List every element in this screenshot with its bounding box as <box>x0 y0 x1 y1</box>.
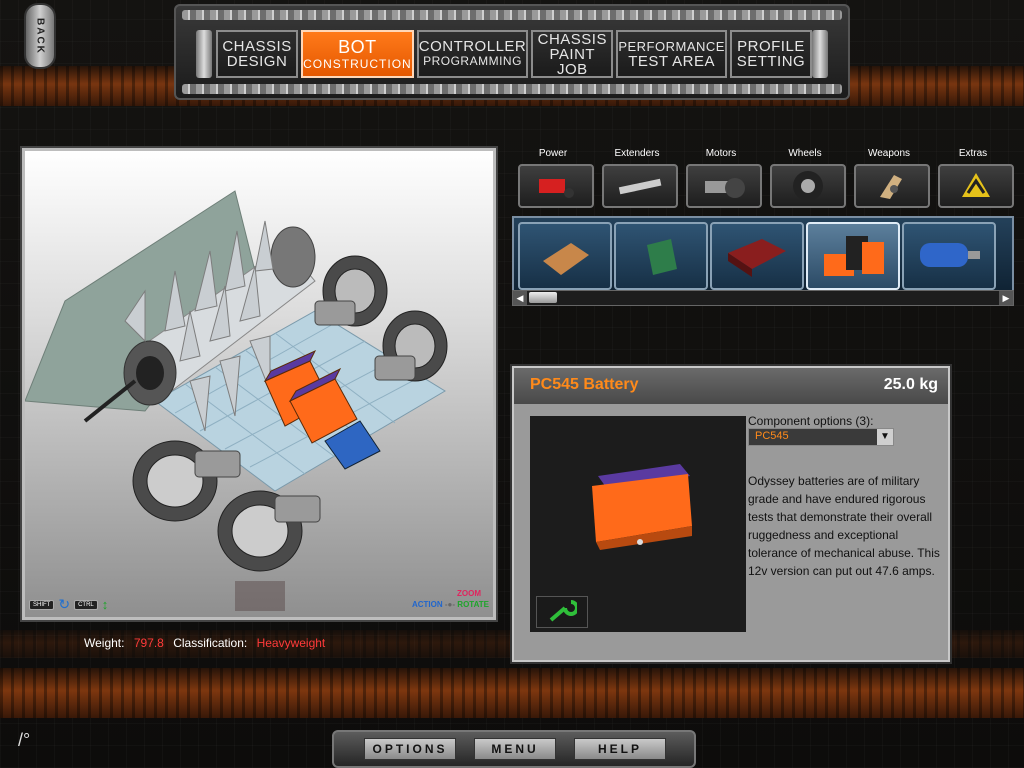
tab-bot-construction[interactable]: BOT CONSTRUCTION <box>301 30 414 78</box>
component-item[interactable] <box>614 222 708 290</box>
category-label: Weapons <box>867 148 911 159</box>
nav-rail-bottom <box>182 84 842 94</box>
rust-band-bottom <box>0 668 1024 718</box>
rotate-label: ROTATE <box>457 600 489 609</box>
tab-performance-test-area[interactable]: PERFORMANCE TEST AREA <box>616 30 727 78</box>
category-power[interactable]: Power <box>512 148 594 208</box>
circuit-board-icon <box>647 239 677 275</box>
wheel-icon <box>793 171 823 201</box>
tab-line1: CONTROLLER <box>418 38 527 55</box>
tab-profile-setting[interactable]: PROFILE SETTING <box>729 30 813 78</box>
tab-line1: CHASSIS <box>222 38 292 55</box>
component-item[interactable] <box>518 222 612 290</box>
tab-line2: DESIGN <box>226 53 288 70</box>
tab-line2: TEST AREA <box>628 53 716 70</box>
tab-line1: BOT <box>338 36 377 57</box>
category-wheels[interactable]: Wheels <box>764 148 846 208</box>
extras-hazard-icon <box>962 173 990 197</box>
selected-option: PC545 <box>755 430 789 442</box>
nav-cap-left <box>196 30 212 78</box>
menu-button[interactable]: MENU <box>474 738 556 760</box>
component-info-panel: PC545 Battery 25.0 kg Component options … <box>512 366 950 662</box>
tab-controller-programming[interactable]: CONTROLLER PROGRAMMING <box>416 30 529 78</box>
component-strip <box>512 216 1014 294</box>
component-name: PC545 Battery <box>530 376 639 393</box>
classification-label: Classification: <box>173 636 248 650</box>
chevron-down-icon[interactable]: ▼ <box>877 429 893 445</box>
rotate-icon: ↻ <box>58 596 71 612</box>
shift-key-hint: SHIFT <box>29 599 55 610</box>
zoom-label: ZOOM <box>457 589 481 598</box>
category-label: Extras <box>958 148 988 159</box>
ctrl-key-hint: CTRL <box>74 599 98 610</box>
configure-wrench-button[interactable] <box>536 596 588 628</box>
category-weapons[interactable]: Weapons <box>848 148 930 208</box>
extender-bar-icon <box>618 178 662 195</box>
tab-line2: PROGRAMMING <box>423 54 522 68</box>
back-button[interactable]: BACK <box>24 3 56 69</box>
tab-chassis-design[interactable]: CHASSIS DESIGN <box>216 30 299 78</box>
category-label: Wheels <box>788 148 822 159</box>
nav-rail-top <box>182 10 842 20</box>
component-item[interactable] <box>710 222 804 290</box>
component-description: Odyssey batteries are of military grade … <box>748 474 940 578</box>
robot-model <box>25 190 448 611</box>
tab-line2: PAINT JOB <box>549 45 596 78</box>
tab-chassis-paint-job[interactable]: CHASSIS PAINT JOB <box>531 30 614 78</box>
weight-label: Weight: <box>84 636 125 650</box>
help-button[interactable]: HELP <box>574 738 666 760</box>
weapon-blade-icon <box>880 175 902 199</box>
category-extras[interactable]: Extras <box>932 148 1014 208</box>
back-label: BACK <box>34 17 46 55</box>
category-motors[interactable]: Motors <box>680 148 762 208</box>
component-categories: Power Extenders Motors Wheels Weapons Ex… <box>512 148 1014 208</box>
component-weight: 25.0 kg <box>883 376 938 393</box>
logo-icon: /° <box>18 730 31 750</box>
action-label: ACTION <box>411 600 443 609</box>
robot-3d-viewport[interactable]: SHIFT ↻ CTRL ↕ ACTION ZOOM -●- ROTATE <box>22 148 496 620</box>
bot-stats: Weight: 797.8 Classification: Heavyweigh… <box>84 636 331 650</box>
scroll-thumb[interactable] <box>529 292 557 303</box>
options-button[interactable]: OPTIONS <box>364 738 456 760</box>
tab-line1: CHASSIS <box>537 30 607 48</box>
component-scrollbar[interactable]: ◀ ▶ <box>512 290 1014 306</box>
category-label: Power <box>538 148 568 159</box>
category-label: Motors <box>705 148 737 159</box>
mouse-mode-help: ACTION ZOOM -●- ROTATE <box>411 589 489 609</box>
power-switch-icon <box>539 179 574 198</box>
wrench-icon <box>549 600 577 622</box>
scroll-right-icon[interactable]: ▶ <box>999 291 1013 305</box>
classification-value: Heavyweight <box>256 636 326 650</box>
nav-cap-right <box>812 30 828 78</box>
component-item-selected[interactable] <box>806 222 900 290</box>
tab-line1: PERFORMANCE <box>618 39 725 54</box>
battery-pack-icon <box>824 236 884 276</box>
speed-controller-icon <box>728 239 786 277</box>
component-options-label: Component options (3): <box>748 414 874 428</box>
weight-value: 797.8 <box>133 636 164 650</box>
move-arrows-icon: ↕ <box>101 597 109 612</box>
category-label: Extenders <box>614 148 660 159</box>
tab-line1: PROFILE <box>737 38 805 55</box>
component-preview <box>530 416 746 632</box>
scroll-left-icon[interactable]: ◀ <box>513 291 527 305</box>
puma-motor-icon <box>920 243 980 267</box>
tab-line2: CONSTRUCTION <box>303 56 412 71</box>
controller-board-icon <box>543 243 589 275</box>
motor-icon <box>705 178 745 198</box>
component-item[interactable] <box>902 222 996 290</box>
component-options-select[interactable]: PC545 ▼ <box>748 428 894 446</box>
tab-line2: SETTING <box>736 53 806 70</box>
category-extenders[interactable]: Extenders <box>596 148 678 208</box>
top-navigation: CHASSIS DESIGN BOT CONSTRUCTION CONTROLLER… <box>174 4 850 100</box>
bottom-menu-bar: OPTIONS MENU HELP <box>332 730 696 768</box>
